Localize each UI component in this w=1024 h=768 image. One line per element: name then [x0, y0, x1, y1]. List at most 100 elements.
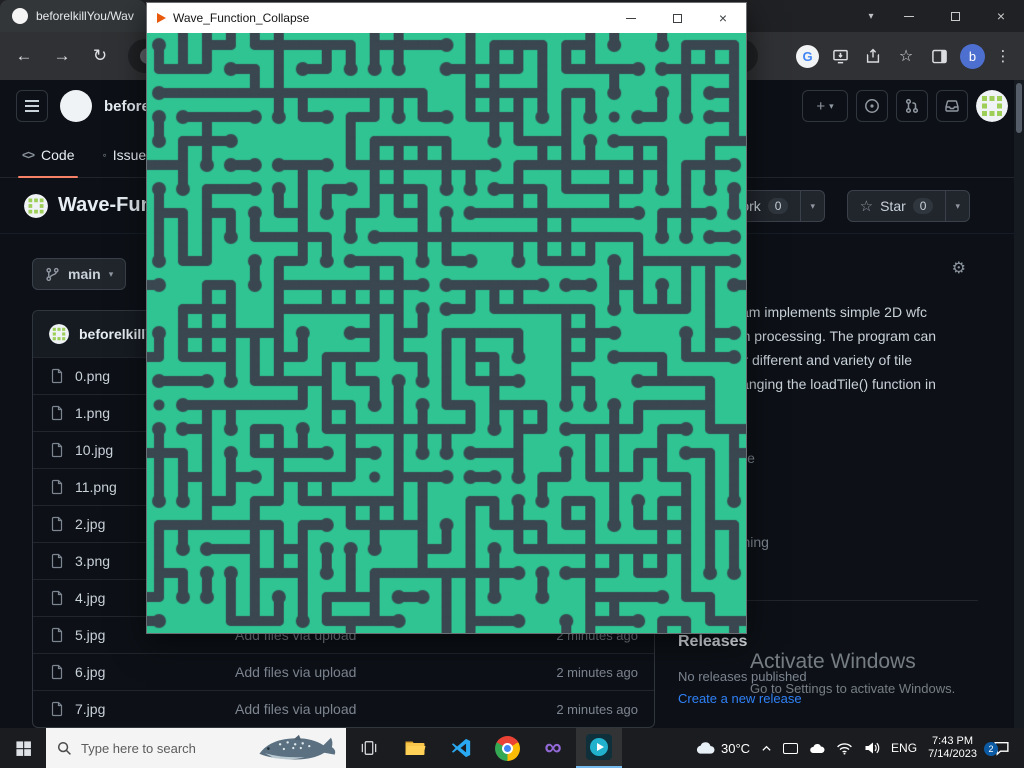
vscode-icon — [450, 737, 472, 759]
star-button[interactable]: ☆ Star 0 — [847, 190, 947, 222]
install-app-icon[interactable] — [828, 44, 852, 68]
speaker-icon — [864, 741, 880, 755]
taskbar-search-box[interactable]: Type here to search — [46, 728, 346, 768]
notification-badge: 2 — [984, 742, 998, 756]
forward-button[interactable]: → — [46, 40, 78, 72]
commit-time: 2 minutes ago — [556, 702, 638, 717]
browser-minimize-button[interactable] — [886, 0, 932, 32]
file-icon — [49, 701, 65, 717]
back-button[interactable]: ← — [8, 40, 40, 72]
weather-widget[interactable]: 30°C — [695, 741, 750, 756]
commit-message-link[interactable]: Add files via upload — [235, 701, 546, 717]
plus-icon: + — [816, 98, 825, 115]
github-logo-icon[interactable] — [60, 90, 92, 122]
browser-menu-icon[interactable]: ⋮ — [994, 47, 1012, 65]
gear-icon[interactable]: ⚙ — [952, 258, 966, 278]
wifi-icon — [836, 742, 853, 755]
tab-title: beforelkillYou/Wav — [36, 9, 134, 23]
search-placeholder-text: Type here to search — [81, 741, 196, 756]
branch-selector-button[interactable]: main ▾ — [32, 258, 126, 290]
file-explorer-button[interactable] — [392, 728, 438, 768]
github-favicon-icon — [12, 8, 28, 24]
wfc-app-window[interactable]: Wave_Function_Collapse × — [146, 2, 747, 634]
file-name-link[interactable]: 6.jpg — [75, 664, 225, 680]
file-name-link[interactable]: 7.jpg — [75, 701, 225, 717]
network-button[interactable] — [836, 742, 853, 755]
minimize-icon — [626, 18, 636, 19]
wfc-window-title: Wave_Function_Collapse — [173, 11, 309, 25]
create-release-link[interactable]: Create a new release — [678, 691, 978, 706]
volume-button[interactable] — [864, 741, 880, 755]
chrome-icon — [495, 736, 520, 761]
file-icon — [49, 368, 65, 384]
create-new-button[interactable]: +▾ — [802, 90, 848, 122]
wfc-window-titlebar[interactable]: Wave_Function_Collapse × — [147, 3, 746, 33]
vscode-button[interactable] — [438, 728, 484, 768]
file-icon — [49, 664, 65, 680]
chrome-button[interactable] — [484, 728, 530, 768]
star-label: Star — [880, 198, 906, 214]
task-view-button[interactable] — [346, 728, 392, 768]
hamburger-menu-button[interactable] — [16, 90, 48, 122]
inbox-icon-button[interactable] — [936, 90, 968, 122]
folder-icon — [403, 736, 427, 760]
issues-icon-button[interactable] — [856, 90, 888, 122]
wfc-app-taskbar-button[interactable] — [576, 728, 622, 768]
start-button[interactable] — [0, 728, 46, 768]
bookmark-star-icon[interactable]: ☆ — [894, 44, 918, 68]
browser-close-button[interactable]: × — [978, 0, 1024, 32]
language-indicator[interactable]: ENG — [891, 741, 917, 755]
keyboard-icon — [783, 743, 798, 754]
chevron-down-icon: ▾ — [109, 269, 114, 280]
repo-owner-avatar[interactable] — [24, 194, 48, 218]
running-sketch-icon — [586, 734, 612, 760]
touch-keyboard-button[interactable] — [783, 743, 798, 754]
taskbar-clock[interactable]: 7:43 PM 7/14/2023 — [928, 735, 977, 761]
wfc-maximize-button[interactable] — [654, 3, 700, 33]
committer-avatar[interactable] — [49, 324, 69, 344]
browser-maximize-button[interactable] — [932, 0, 978, 32]
page-scrollbar[interactable] — [1014, 80, 1024, 728]
browser-profile-avatar[interactable]: b — [960, 44, 985, 69]
tab-code[interactable]: <>Code — [8, 132, 88, 177]
star-icon: ☆ — [860, 197, 873, 215]
commit-message-link[interactable]: Add files via upload — [235, 664, 546, 680]
chevron-up-icon — [761, 744, 772, 752]
temperature-text: 30°C — [721, 741, 750, 756]
onedrive-button[interactable] — [809, 743, 825, 754]
file-icon — [49, 405, 65, 421]
task-view-icon — [359, 738, 379, 758]
pull-requests-icon-button[interactable] — [896, 90, 928, 122]
code-icon: <> — [22, 148, 34, 162]
scrollbar-thumb[interactable] — [1016, 83, 1022, 133]
share-icon[interactable] — [861, 44, 885, 68]
header-actions: +▾ — [802, 90, 1008, 122]
wfc-minimize-button[interactable] — [608, 3, 654, 33]
google-extension-icon[interactable]: G — [796, 45, 819, 68]
user-avatar[interactable] — [976, 90, 1008, 122]
fork-dropdown-button[interactable]: ▾ — [801, 190, 825, 222]
star-dropdown-button[interactable]: ▾ — [946, 190, 970, 222]
tab-icon: ◦ — [102, 148, 105, 162]
wfc-window-controls: × — [608, 3, 746, 33]
fork-count: 0 — [768, 198, 789, 214]
releases-heading[interactable]: Releases — [678, 633, 978, 651]
system-tray: 30°C ENG 7:43 PM 7/14/2023 2 — [695, 728, 1024, 768]
windows-logo-icon — [15, 740, 32, 757]
search-icon — [57, 741, 72, 756]
side-panel-icon[interactable] — [927, 44, 951, 68]
file-icon — [49, 553, 65, 569]
table-row[interactable]: 7.jpg Add files via upload 2 minutes ago — [33, 690, 654, 727]
action-center-button[interactable]: 2 — [988, 740, 1014, 756]
hidden-icons-chevron[interactable] — [761, 744, 772, 752]
app-icon — [157, 13, 166, 23]
chevron-down-icon[interactable]: ▾ — [856, 11, 886, 22]
onedrive-cloud-icon — [809, 743, 825, 754]
file-icon — [49, 627, 65, 643]
reload-button[interactable]: ↻ — [84, 40, 116, 72]
browser-tab[interactable]: beforelkillYou/Wav — [0, 0, 146, 32]
search-highlight-shark-image[interactable] — [254, 733, 342, 765]
table-row[interactable]: 6.jpgAdd files via upload2 minutes ago — [33, 653, 654, 690]
wfc-close-button[interactable]: × — [700, 3, 746, 33]
visual-studio-button[interactable]: ∞ — [530, 728, 576, 768]
